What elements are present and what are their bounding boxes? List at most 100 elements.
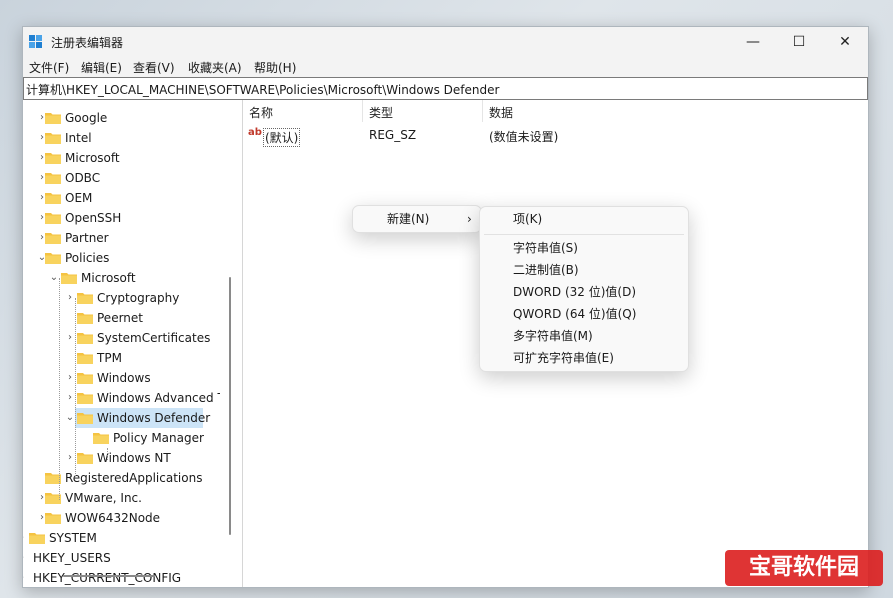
title-bar[interactable]: 注册表编辑器 — ☐ ✕ xyxy=(23,27,868,57)
tree-item-label: Windows NT xyxy=(97,451,171,465)
menu-help[interactable]: 帮助(H) xyxy=(254,59,296,76)
close-button[interactable]: ✕ xyxy=(822,27,868,57)
tree-item[interactable]: › ODBC xyxy=(23,168,220,188)
tree-item[interactable]: › SystemCertificates xyxy=(23,328,220,348)
tree-item[interactable]: › SYSTEM xyxy=(23,528,220,548)
tree-item[interactable]: › Windows xyxy=(23,368,220,388)
folder-icon xyxy=(45,173,61,184)
chevron-right-icon[interactable]: › xyxy=(65,388,75,408)
folder-icon xyxy=(45,513,61,524)
tree-item-label: Partner xyxy=(65,231,109,245)
registry-tree[interactable]: › Google › Intel › Microsoft › ODBC › OEM › OpenSSH… xyxy=(23,100,220,587)
tree-item-label: Intel xyxy=(65,131,92,145)
tree-item[interactable]: Policy Manager xyxy=(23,428,220,448)
folder-icon xyxy=(61,273,77,284)
tree-item-label: Cryptography xyxy=(97,291,180,305)
folder-icon xyxy=(77,413,93,424)
tree-item[interactable]: › Cryptography xyxy=(23,288,220,308)
address-path[interactable]: 计算机\HKEY_LOCAL_MACHINE\SOFTWARE\Policies… xyxy=(26,81,499,98)
column-data[interactable]: 数据 xyxy=(489,104,513,121)
pane-splitter[interactable] xyxy=(220,100,243,587)
menu-file[interactable]: 文件(F) xyxy=(29,59,69,76)
tree-item-label: RegisteredApplications xyxy=(65,471,203,485)
tree-item[interactable]: ⌄ Windows Defender xyxy=(66,408,210,428)
new-submenu: 项(K) 字符串值(S) 二进制值(B) DWORD (32 位)值(D) QW… xyxy=(479,206,689,372)
context-item-new[interactable]: 新建(N) › xyxy=(353,208,481,230)
tree-item[interactable]: › Windows NT xyxy=(23,448,220,468)
folder-icon xyxy=(45,133,61,144)
column-divider[interactable] xyxy=(482,100,483,122)
submenu-item-dword[interactable]: DWORD (32 位)值(D) xyxy=(480,281,688,303)
tree-item[interactable]: › VMware, Inc. xyxy=(23,488,220,508)
maximize-button[interactable]: ☐ xyxy=(776,27,822,57)
tree-item[interactable]: ⌄ Policies xyxy=(23,248,220,268)
submenu-item-expandable-string[interactable]: 可扩充字符串值(E) xyxy=(480,347,688,369)
tree-item[interactable]: › Partner xyxy=(23,228,220,248)
submenu-item-multi-string[interactable]: 多字符串值(M) xyxy=(480,325,688,347)
tree-item[interactable]: TPM xyxy=(23,348,220,368)
submenu-item-key[interactable]: 项(K) xyxy=(480,208,688,230)
value-name[interactable]: (默认) xyxy=(263,128,301,147)
chevron-down-icon[interactable]: ⌄ xyxy=(49,268,59,288)
folder-icon xyxy=(77,353,93,364)
submenu-item-string[interactable]: 字符串值(S) xyxy=(480,237,688,259)
submenu-item-binary[interactable]: 二进制值(B) xyxy=(480,259,688,281)
tree-item[interactable]: › Microsoft xyxy=(23,148,220,168)
tree-item-label: Peernet xyxy=(97,311,143,325)
address-bar[interactable]: 计算机\HKEY_LOCAL_MACHINE\SOFTWARE\Policies… xyxy=(23,77,868,100)
tree-item[interactable]: ⌄ Microsoft xyxy=(23,268,220,288)
folder-icon xyxy=(77,373,93,384)
chevron-right-icon[interactable]: › xyxy=(65,448,75,468)
menu-favorites[interactable]: 收藏夹(A) xyxy=(188,59,242,76)
submenu-item-label: 二进制值(B) xyxy=(513,263,579,277)
tree-item[interactable]: › OEM xyxy=(23,188,220,208)
tree-item[interactable]: › Windows Advanced T xyxy=(23,388,220,408)
submenu-item-label: 字符串值(S) xyxy=(513,241,578,255)
tree-guide-line xyxy=(75,298,76,478)
tree-item[interactable]: › HKEY_USERS xyxy=(23,548,220,568)
tree-vertical-scrollbar[interactable] xyxy=(229,277,231,535)
chevron-right-icon[interactable]: › xyxy=(65,288,75,308)
folder-icon xyxy=(77,453,93,464)
tree-item-label: SystemCertificates xyxy=(97,331,211,345)
tree-item[interactable]: › OpenSSH xyxy=(23,208,220,228)
tree-item-label: TPM xyxy=(97,351,122,365)
submenu-item-label: 可扩充字符串值(E) xyxy=(513,351,614,365)
tree-item-label: Microsoft xyxy=(81,271,136,285)
menu-view[interactable]: 查看(V) xyxy=(133,59,175,76)
tree-item[interactable]: › WOW6432Node xyxy=(23,508,220,528)
folder-icon xyxy=(45,233,61,244)
tree-item-label: SYSTEM xyxy=(49,531,97,545)
tree-item[interactable]: RegisteredApplications xyxy=(23,468,220,488)
chevron-right-icon[interactable]: › xyxy=(23,568,27,587)
submenu-item-label: 项(K) xyxy=(513,212,543,226)
chevron-down-icon[interactable]: ⌄ xyxy=(65,408,75,428)
folder-icon xyxy=(93,433,109,444)
chevron-right-icon[interactable]: › xyxy=(23,548,27,568)
folder-icon xyxy=(77,393,93,404)
window-title: 注册表编辑器 xyxy=(51,36,124,50)
submenu-item-qword[interactable]: QWORD (64 位)值(Q) xyxy=(480,303,688,325)
regedit-window: 注册表编辑器 — ☐ ✕ 文件(F) 编辑(E) 查看(V) 收藏夹(A) 帮助… xyxy=(22,26,869,588)
column-name[interactable]: 名称 xyxy=(249,104,273,121)
tree-horizontal-scrollbar[interactable] xyxy=(63,575,155,577)
tree-item[interactable]: Peernet xyxy=(23,308,220,328)
watermark-logo: 宝哥软件园 xyxy=(725,550,883,586)
tree-item-label: Windows Advanced T xyxy=(97,391,220,405)
menu-edit[interactable]: 编辑(E) xyxy=(81,59,122,76)
chevron-right-icon[interactable]: › xyxy=(65,368,75,388)
tree-item-label: ODBC xyxy=(65,171,101,185)
minimize-button[interactable]: — xyxy=(730,27,776,57)
context-item-new-label: 新建(N) xyxy=(387,212,430,226)
tree-item[interactable]: › HKEY_CURRENT_CONFIG xyxy=(23,568,220,587)
column-divider[interactable] xyxy=(362,100,363,122)
menu-separator xyxy=(484,234,684,235)
folder-icon xyxy=(45,113,61,124)
chevron-right-icon[interactable]: › xyxy=(65,328,75,348)
value-data: (数值未设置) xyxy=(489,130,559,144)
chevron-right-icon[interactable]: › xyxy=(23,528,27,548)
tree-item[interactable]: › Intel xyxy=(23,128,220,148)
tree-item[interactable]: › Google xyxy=(23,108,220,128)
column-type[interactable]: 类型 xyxy=(369,104,393,121)
tree-guide-line xyxy=(107,448,108,460)
